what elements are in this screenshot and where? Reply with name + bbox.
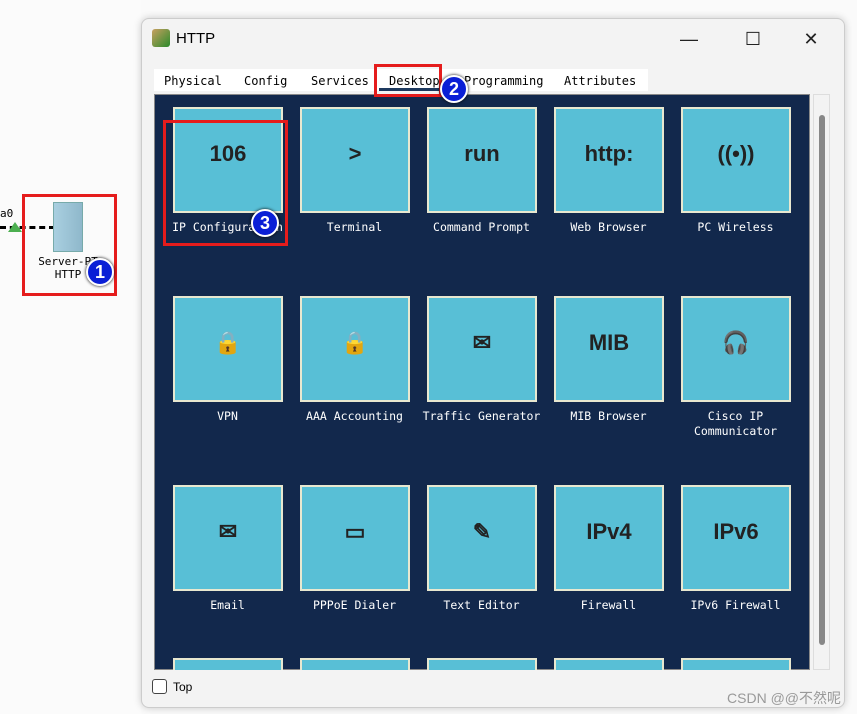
tab-config[interactable]: Config <box>234 69 297 91</box>
firewall-icon[interactable]: IPv4 <box>554 485 664 591</box>
app-icon[interactable] <box>173 658 283 670</box>
scrollbar-thumb[interactable] <box>819 115 825 645</box>
watermark: CSDN @@不然呢 <box>727 690 841 706</box>
app-label: PC Wireless <box>697 220 774 234</box>
annotation-badge-1: 1 <box>86 258 114 286</box>
app-tile[interactable]: > Terminal <box>282 95 410 280</box>
checkbox-icon[interactable] <box>152 679 167 694</box>
pppoe-dialer-icon[interactable]: ▭ <box>300 485 410 591</box>
app-tile[interactable]: run Command Prompt <box>409 95 537 280</box>
app-icon[interactable] <box>681 658 791 670</box>
app-tile[interactable] <box>409 646 537 670</box>
app-tile[interactable] <box>282 646 410 670</box>
app-tile[interactable]: ✉ Email <box>155 473 283 658</box>
vpn-icon[interactable]: 🔒 <box>173 296 283 402</box>
annotation-badge-2: 2 <box>440 75 468 103</box>
app-tile[interactable]: 🔒 VPN <box>155 284 283 469</box>
app-tile[interactable]: 🔒 AAA Accounting <box>282 284 410 469</box>
terminal-icon[interactable]: > <box>300 107 410 213</box>
app-tile[interactable]: 🎧 Cisco IP Communicator <box>663 284 791 469</box>
app-label: Cisco IP Communicator <box>693 409 778 438</box>
ipv6-firewall-icon[interactable]: IPv6 <box>681 485 791 591</box>
app-tile[interactable] <box>536 646 664 670</box>
wireless-icon[interactable]: ((•)) <box>681 107 791 213</box>
top-label: Top <box>173 679 193 694</box>
app-icon <box>152 29 170 47</box>
app-tile[interactable]: MIB MIB Browser <box>536 284 664 469</box>
app-label: Terminal <box>326 220 383 234</box>
window-title: HTTP <box>176 30 216 47</box>
app-tile[interactable]: ((•)) PC Wireless <box>663 95 791 280</box>
app-icon[interactable] <box>427 658 537 670</box>
app-label: PPPoE Dialer <box>312 598 397 612</box>
email-icon[interactable]: ✉ <box>173 485 283 591</box>
minimize-button[interactable]: — <box>666 25 712 53</box>
link-status-icon <box>8 222 22 232</box>
tab-physical[interactable]: Physical <box>154 69 232 91</box>
app-tile[interactable] <box>663 646 791 670</box>
app-label: IPv6 Firewall <box>690 598 781 612</box>
app-label: VPN <box>217 409 238 423</box>
title-bar[interactable]: HTTP — ☐ ✕ <box>142 19 844 59</box>
app-label: Firewall <box>580 598 637 612</box>
app-tile[interactable]: http: Web Browser <box>536 95 664 280</box>
app-tile[interactable] <box>155 646 283 670</box>
app-label: Web Browser <box>570 220 647 234</box>
app-label: Text Editor <box>443 598 520 612</box>
link-label: a0 <box>0 207 14 220</box>
web-browser-icon[interactable]: http: <box>554 107 664 213</box>
app-tile[interactable]: ✎ Text Editor <box>409 473 537 658</box>
app-label: MIB Browser <box>570 409 647 423</box>
aaa-accounting-icon[interactable]: 🔒 <box>300 296 410 402</box>
close-button[interactable]: ✕ <box>788 25 834 53</box>
app-icon[interactable] <box>300 658 410 670</box>
vertical-scrollbar[interactable] <box>813 94 830 670</box>
app-tile[interactable]: IPv4 Firewall <box>536 473 664 658</box>
ip-communicator-icon[interactable]: 🎧 <box>681 296 791 402</box>
annotation-box-2 <box>374 64 442 97</box>
traffic-generator-icon[interactable]: ✉ <box>427 296 537 402</box>
text-editor-icon[interactable]: ✎ <box>427 485 537 591</box>
maximize-button[interactable]: ☐ <box>730 25 776 53</box>
app-tile[interactable]: ▭ PPPoE Dialer <box>282 473 410 658</box>
tab-programming[interactable]: Programming <box>454 69 553 91</box>
app-label: AAA Accounting <box>306 409 403 423</box>
top-checkbox[interactable]: Top <box>152 679 192 694</box>
app-tile[interactable]: IPv6 IPv6 Firewall <box>663 473 791 658</box>
topology-canvas[interactable]: a0 Server-PT HTTP <box>0 0 141 714</box>
annotation-badge-3: 3 <box>251 209 279 237</box>
app-label: Traffic Generator <box>422 409 541 423</box>
app-icon[interactable] <box>554 658 664 670</box>
mib-browser-icon[interactable]: MIB <box>554 296 664 402</box>
tab-attributes[interactable]: Attributes <box>554 69 646 91</box>
command-prompt-icon[interactable]: run <box>427 107 537 213</box>
tab-services[interactable]: Services <box>301 69 379 91</box>
app-tile[interactable]: ✉ Traffic Generator <box>409 284 540 469</box>
app-label: Email <box>210 598 245 612</box>
app-label: Command Prompt <box>433 220 530 234</box>
